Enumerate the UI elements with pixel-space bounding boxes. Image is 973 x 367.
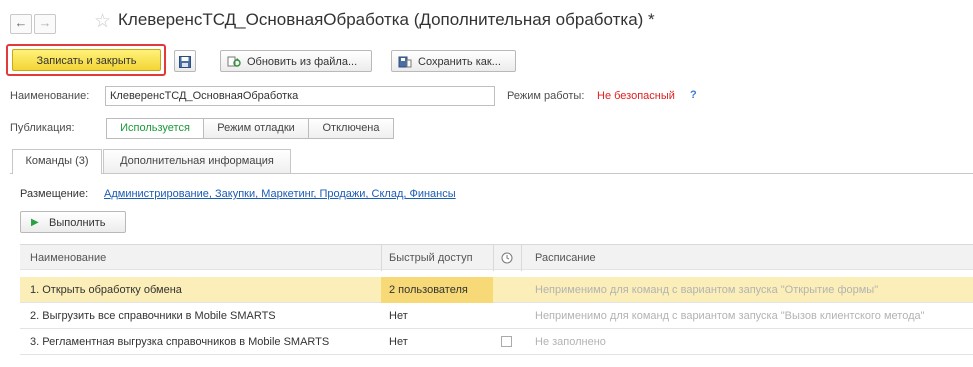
favorite-star-icon[interactable]: ☆ [94, 10, 111, 33]
row-quick-access: 2 пользователя [381, 277, 493, 303]
update-from-file-button[interactable]: Обновить из файла... [220, 50, 372, 72]
row-name: 1. Открыть обработку обмена [30, 284, 182, 296]
table-row[interactable]: 3. Регламентная выгрузка справочников в … [20, 329, 973, 355]
col-quick-access-header[interactable]: Быстрый доступ [389, 245, 473, 271]
table-row[interactable]: 1. Открыть обработку обмена 2 пользовате… [20, 277, 973, 303]
publication-option-debug[interactable]: Режим отладки [203, 118, 309, 139]
placement-label: Размещение: [20, 188, 89, 200]
row-schedule: Не заполнено [535, 336, 606, 348]
help-icon[interactable]: ? [690, 89, 697, 101]
forward-button[interactable]: → [34, 14, 56, 34]
back-button[interactable]: ← [10, 14, 32, 34]
arrow-right-icon: → [38, 15, 52, 30]
floppy-disk-icon [179, 56, 191, 68]
save-as-button[interactable]: Сохранить как... [391, 50, 516, 72]
table-row[interactable]: 2. Выгрузить все справочники в Mobile SM… [20, 303, 973, 329]
save-and-close-button[interactable]: Записать и закрыть [12, 49, 161, 71]
update-from-file-label: Обновить из файла... [247, 56, 358, 68]
run-label: Выполнить [49, 217, 106, 229]
col-name-header[interactable]: Наименование [30, 245, 106, 271]
row-schedule: Неприменимо для команд с вариантом запус… [535, 284, 879, 296]
row-name: 2. Выгрузить все справочники в Mobile SM… [30, 310, 276, 322]
col-schedule-header[interactable]: Расписание [535, 245, 596, 271]
tabs-divider [10, 173, 973, 174]
mode-label: Режим работы: [507, 90, 585, 102]
play-icon: ▶ [31, 217, 39, 228]
mode-value: Не безопасный [597, 90, 675, 102]
tab-additional-info[interactable]: Дополнительная информация [103, 149, 291, 173]
row-schedule: Неприменимо для команд с вариантом запус… [535, 310, 925, 322]
publication-label: Публикация: [10, 122, 75, 134]
save-as-label: Сохранить как... [418, 56, 501, 68]
run-button[interactable]: ▶ Выполнить [20, 211, 126, 233]
publication-option-disabled[interactable]: Отключена [308, 118, 394, 139]
publication-option-used[interactable]: Используется [106, 118, 204, 139]
save-button[interactable] [174, 50, 196, 72]
placement-link[interactable]: Администрирование, Закупки, Маркетинг, П… [104, 188, 456, 200]
arrow-left-icon: ← [14, 15, 28, 30]
row-quick-access: Нет [389, 310, 408, 322]
schedule-checkbox[interactable] [501, 336, 512, 347]
name-field[interactable]: КлеверенсТСД_ОсновнаяОбработка [105, 86, 495, 106]
save-as-icon [398, 56, 412, 68]
tab-commands[interactable]: Команды (3) [12, 149, 102, 174]
name-label: Наименование: [10, 90, 90, 102]
row-name: 3. Регламентная выгрузка справочников в … [30, 336, 330, 348]
refresh-file-icon [227, 56, 241, 67]
row-quick-access: Нет [389, 336, 408, 348]
clock-icon [498, 245, 516, 271]
table-header: Наименование Быстрый доступ Расписание [20, 244, 973, 271]
window-title: КлеверенсТСД_ОсновнаяОбработка (Дополнит… [118, 10, 655, 29]
